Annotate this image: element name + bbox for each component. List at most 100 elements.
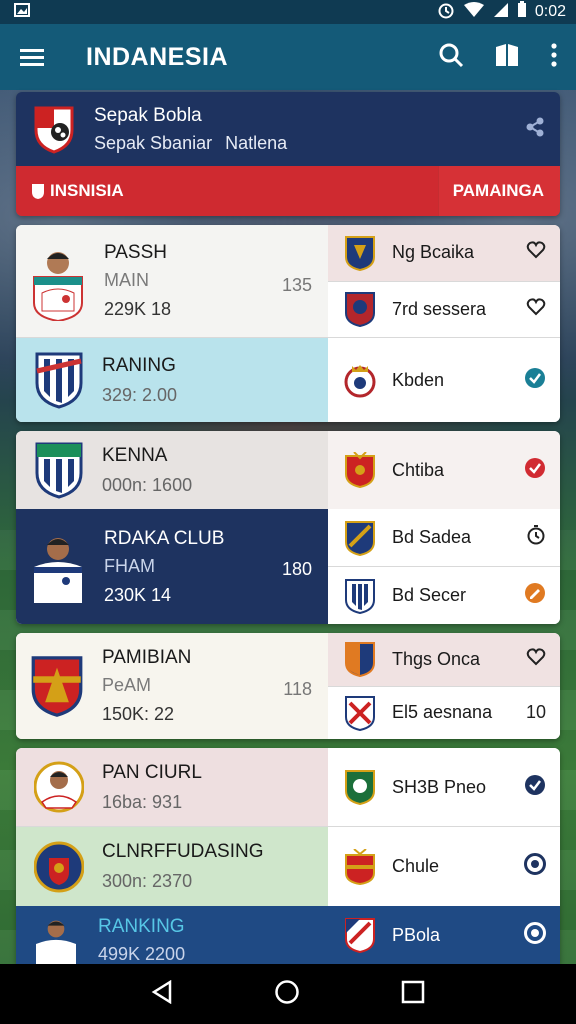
heart-outline-icon	[526, 648, 546, 666]
match-group-2: KENNA 000n: 1600 Chtiba RDAKA CLUB FHAM …	[16, 431, 560, 624]
book-icon	[496, 43, 518, 66]
fixture-label: Thgs Onca	[392, 648, 481, 669]
team-subtitle: PeAM	[102, 675, 152, 695]
team-stat: 16ba: 931	[102, 791, 183, 812]
list-item[interactable]: PAN CIURL 16ba: 931 SH3B Pneo	[16, 748, 560, 826]
team-stat: 230K 14	[104, 584, 172, 605]
team-name: PAMIBIAN	[102, 647, 192, 668]
fixture-item[interactable]: Ng Bcaika	[328, 225, 560, 282]
fixture-item[interactable]: Chule	[328, 827, 560, 906]
club-badge-icon	[345, 292, 375, 328]
share-icon	[526, 117, 544, 137]
bookmark-button[interactable]	[494, 42, 520, 73]
status-check[interactable]	[524, 457, 546, 484]
fixture-label: Ng Bcaika	[392, 242, 475, 263]
team-name: CLNRFFUDASING	[102, 841, 264, 862]
club-badge-icon	[345, 235, 375, 271]
back-button[interactable]	[151, 979, 173, 1009]
team-subtitle: FHAM	[104, 555, 155, 576]
app-title: INDANESIA	[86, 42, 229, 71]
status-check[interactable]	[524, 367, 546, 394]
edit-circle-icon	[525, 583, 545, 603]
team-name: PAN CIURL	[102, 761, 202, 783]
fixture-item[interactable]: El5 aesnana 10	[328, 686, 560, 739]
team-name: KENNA	[102, 444, 168, 466]
fixture-item[interactable]: Chtiba	[328, 431, 560, 509]
header-bar-right: PAMAINGA	[452, 181, 544, 200]
fixture-label: SH3B Pneo	[392, 776, 487, 797]
fixture-item[interactable]: SH3B Pneo	[328, 748, 560, 826]
radio-target-icon	[524, 853, 546, 875]
app-bar: INDANESIA	[0, 24, 576, 90]
home-circle-icon	[275, 979, 299, 1004]
team-stat: 000n: 1600	[102, 474, 193, 495]
more-options-button[interactable]	[550, 42, 558, 73]
league-header-card[interactable]: Sepak Bobla Sepak Sbaniar Natlena INSNIS…	[16, 92, 560, 216]
status-check[interactable]	[524, 774, 546, 801]
alarm-icon	[437, 1, 455, 24]
search-icon	[439, 43, 464, 67]
heart-outline-icon	[526, 241, 546, 259]
fixture-item[interactable]: 7rd sessera	[328, 281, 560, 337]
match-group-4: PAN CIURL 16ba: 931 SH3B Pneo CLNRFFUDAS…	[16, 748, 560, 964]
select-radio[interactable]	[524, 853, 546, 880]
fixture-label: Chule	[392, 856, 440, 876]
image-notification-icon	[14, 2, 30, 22]
list-item[interactable]: RANKING 499K 2200 PBola	[16, 906, 560, 964]
club-badge-icon	[345, 520, 375, 556]
edit-button[interactable]	[524, 582, 546, 609]
home-button[interactable]	[274, 979, 300, 1010]
fixture-item[interactable]: Bd Secer	[328, 567, 560, 624]
fixture-label: Bd Sadea	[392, 527, 472, 547]
hamburger-icon	[20, 49, 44, 66]
fixture-item[interactable]: PBola	[328, 906, 560, 964]
club-badge-icon	[345, 848, 375, 885]
timer-button[interactable]	[526, 525, 546, 550]
fixture-label: 7rd sessera	[392, 298, 487, 319]
team-name: RANING	[102, 354, 176, 376]
fixture-label: Bd Secer	[392, 585, 467, 605]
list-item[interactable]: RANING 329: 2.00 Kbden	[16, 337, 560, 422]
radio-target-icon	[524, 921, 546, 944]
favorite-button[interactable]	[526, 647, 546, 672]
list-item[interactable]: KENNA 000n: 1600 Chtiba	[16, 431, 560, 509]
share-button[interactable]	[524, 116, 546, 143]
fixture-item[interactable]: Bd Sadea	[328, 509, 560, 567]
team-stat: 329: 2.00	[102, 384, 178, 405]
signal-icon	[493, 2, 509, 23]
club-crest-icon	[35, 442, 83, 499]
more-vert-icon	[551, 42, 557, 67]
shield-icon	[32, 184, 44, 199]
heart-outline-icon	[526, 298, 546, 316]
select-radio[interactable]	[524, 921, 546, 949]
list-item[interactable]: RDAKA CLUB FHAM 230K 14 180 Bd Sadea Bd …	[16, 509, 560, 624]
club-crest-icon	[34, 106, 74, 154]
battery-icon	[517, 1, 527, 23]
club-badge-icon	[345, 695, 375, 731]
fixture-item[interactable]: Thgs Onca	[328, 633, 560, 687]
recents-square-icon	[402, 980, 425, 1003]
status-time: 0:02	[534, 3, 566, 20]
list-item[interactable]: CLNRFFUDASING 300n: 2370 Chule	[16, 826, 560, 906]
timer-icon	[527, 525, 545, 545]
list-item[interactable]: PAMIBIAN PeAM 150K: 22 118 Thgs Onca El5…	[16, 633, 560, 739]
header-bar-tab[interactable]: PAMAINGA	[437, 166, 560, 216]
list-item[interactable]: PASSH MAIN 229K 18 135 Ng Bcaika 7rd ses…	[16, 225, 560, 337]
team-name: RDAKA CLUB	[104, 527, 225, 549]
team-subtitle: MAIN	[104, 270, 149, 290]
team-score: 118	[283, 679, 312, 699]
team-stat: 499K 2200	[98, 944, 186, 964]
match-group-3: PAMIBIAN PeAM 150K: 22 118 Thgs Onca El5…	[16, 633, 560, 739]
search-button[interactable]	[438, 42, 464, 73]
header-bar-left: INSNISIA	[50, 181, 124, 200]
status-bar: 0:02	[0, 0, 576, 24]
check-circle-icon	[525, 367, 545, 388]
fixture-label: Kbden	[392, 369, 445, 390]
menu-button[interactable]	[0, 47, 64, 67]
fixture-item[interactable]: Kbden	[328, 338, 560, 422]
recents-button[interactable]	[401, 980, 425, 1009]
header-subtitle: Sepak Sbaniar	[94, 132, 213, 153]
favorite-button[interactable]	[526, 297, 546, 322]
team-stat: 150K: 22	[102, 704, 175, 724]
favorite-button[interactable]	[526, 240, 546, 265]
